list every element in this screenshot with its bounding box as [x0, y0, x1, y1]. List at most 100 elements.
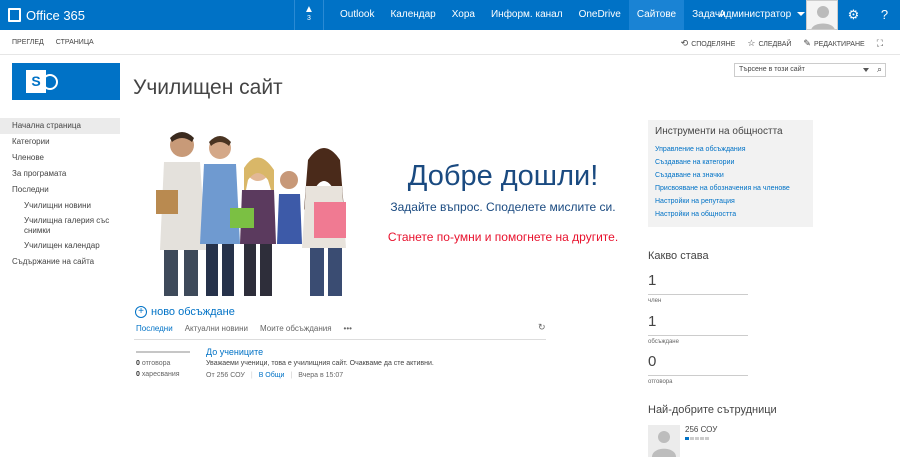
nav-home[interactable]: Начална страница — [0, 118, 120, 134]
nav-photo-gallery[interactable]: Училищна галерия със снимки — [0, 214, 120, 238]
nav-people[interactable]: Хора — [444, 0, 483, 30]
nav-newsfeed[interactable]: Информ. канал — [483, 0, 571, 30]
likes-count: 0 — [136, 371, 140, 378]
ribbon-actions: ⟲ СПОДЕЛЯНЕ ☆ СЛЕДВАЙ ✎ РЕДАКТИРАНЕ ⛶ — [681, 38, 886, 49]
replies-stat: 0 отговора — [136, 358, 180, 369]
site-logo[interactable]: S — [12, 63, 120, 100]
site-title[interactable]: Училищен сайт — [133, 76, 283, 100]
search-icon[interactable]: ⌕ — [877, 64, 882, 75]
user-avatar[interactable] — [806, 0, 838, 30]
community-tools: Инструменти на общността Управление на о… — [648, 120, 813, 227]
members-count: 1 — [648, 272, 657, 289]
tool-reputation-settings[interactable]: Настройки на репутация — [655, 195, 806, 208]
reputation-segment — [700, 437, 704, 440]
office365-brand[interactable]: Office 365 — [8, 7, 85, 23]
post-title[interactable]: До учениците — [206, 346, 434, 358]
post-time: Вчера в 15:07 — [298, 372, 344, 379]
replies-total-label: отговора — [648, 379, 673, 385]
stat-divider — [648, 294, 748, 295]
tool-create-badges[interactable]: Създаване на значки — [655, 169, 806, 182]
welcome-message: Добре дошли! Задайте въпрос. Споделете м… — [383, 158, 623, 246]
nav-categories[interactable]: Категории — [0, 134, 120, 150]
brand-label: Office 365 — [26, 7, 86, 23]
admin-menu[interactable]: Администратор — [711, 0, 813, 30]
search-box[interactable]: Търсене в този сайт ⌕ — [734, 63, 886, 77]
replies-label: отговора — [141, 360, 171, 367]
edit-button[interactable]: ✎ РЕДАКТИРАНЕ — [803, 38, 864, 49]
focus-button[interactable]: ⛶ — [877, 38, 886, 49]
reputation-segment — [705, 437, 709, 440]
discussions-count: 1 — [648, 313, 657, 330]
tool-create-categories[interactable]: Създаване на категории — [655, 156, 806, 169]
ribbon-tabs: ПРЕГЛЕД СТРАНИЦА — [12, 39, 94, 46]
top-contributors-title: Най-добрите сътрудници — [648, 404, 777, 416]
reputation-meter — [685, 437, 717, 440]
welcome-heading: Добре дошли! — [407, 160, 599, 192]
students-image — [134, 120, 378, 296]
post-stats: 0 отговора 0 харесвания — [136, 358, 180, 380]
replies-total-stat: 0 отговора — [648, 353, 748, 385]
search-scope-dropdown-icon[interactable] — [863, 68, 869, 72]
tab-whats-hot[interactable]: Актуални новини — [185, 324, 248, 333]
search-input[interactable]: Търсене в този сайт — [739, 66, 805, 73]
tool-assign-badges[interactable]: Присвояване на обозначения на членове — [655, 182, 806, 195]
follow-button[interactable]: ☆ СЛЕДВАЙ — [747, 38, 791, 49]
share-button[interactable]: ⟲ СПОДЕЛЯНЕ — [681, 38, 736, 49]
ribbon-bar: ПРЕГЛЕД СТРАНИЦА ⟲ СПОДЕЛЯНЕ ☆ СЛЕДВАЙ ✎ РЕ… — [0, 30, 900, 55]
plus-circle-icon: + — [135, 306, 147, 318]
nav-about[interactable]: За програмата — [0, 166, 120, 182]
contributor-avatar[interactable] — [648, 425, 680, 457]
tool-manage-discussions[interactable]: Управление на обсъждания — [655, 143, 806, 156]
contributor-name[interactable]: 256 СОУ — [685, 425, 717, 434]
reputation-segment — [685, 437, 689, 440]
reputation-segment — [690, 437, 694, 440]
office-logo-icon — [8, 8, 21, 22]
help-icon[interactable]: ? — [869, 0, 900, 30]
whats-happening-title: Какво става — [648, 250, 709, 262]
nav-site-contents[interactable]: Съдържание на сайта — [0, 254, 120, 270]
stat-divider — [648, 375, 748, 376]
community-tools-title: Инструменти на общността — [655, 126, 783, 137]
follow-label: СЛЕДВАЙ — [758, 41, 792, 48]
tab-page[interactable]: СТРАНИЦА — [56, 39, 94, 46]
discussion-post: До учениците Уважаеми ученици, това е уч… — [206, 346, 434, 382]
notification-button[interactable]: ▲ 3 — [294, 0, 324, 30]
nav-school-news[interactable]: Училищни новини — [0, 198, 120, 214]
nav-sites[interactable]: Сайтове — [628, 0, 685, 30]
post-activity-bar — [136, 351, 190, 353]
members-stat: 1 член — [648, 272, 748, 304]
gear-icon[interactable]: ⚙ — [838, 0, 869, 30]
new-discussion-button[interactable]: + ново обсъждане — [135, 306, 235, 318]
notification-count: 3 — [307, 15, 311, 22]
replies-total-count: 0 — [648, 353, 657, 370]
suite-nav: Outlook Календар Хора Информ. канал OneD… — [332, 0, 734, 30]
nav-onedrive[interactable]: OneDrive — [571, 0, 629, 30]
star-icon: ☆ — [747, 38, 756, 48]
post-author: От 256 СОУ — [206, 372, 245, 379]
nav-school-calendar[interactable]: Училищен календар — [0, 238, 120, 254]
nav-members[interactable]: Членове — [0, 150, 120, 166]
likes-stat: 0 харесвания — [136, 369, 180, 380]
focus-icon: ⛶ — [876, 38, 883, 48]
refresh-icon[interactable]: ↻ — [538, 322, 546, 333]
pencil-icon: ✎ — [803, 38, 811, 48]
nav-outlook[interactable]: Outlook — [332, 0, 382, 30]
person-icon — [807, 1, 837, 29]
quick-launch: Начална страница Категории Членове За пр… — [0, 118, 120, 270]
tab-recent[interactable]: Последни — [136, 324, 173, 333]
nav-recent[interactable]: Последни — [0, 182, 120, 198]
tool-community-settings[interactable]: Настройки на общността — [655, 208, 806, 221]
tab-browse[interactable]: ПРЕГЛЕД — [12, 39, 44, 46]
person-icon — [648, 425, 680, 457]
replies-count: 0 — [136, 360, 140, 367]
more-tabs-icon[interactable]: ••• — [344, 324, 352, 333]
welcome-smart: Станете по-умни и помогнете на другите. — [387, 230, 619, 244]
welcome-ask: Задайте въпрос. Споделете мислите си. — [390, 200, 616, 214]
post-category[interactable]: В Общи — [259, 370, 285, 382]
nav-calendar[interactable]: Календар — [382, 0, 443, 30]
tab-my-discussions[interactable]: Моите обсъждания — [260, 324, 332, 333]
members-label: член — [648, 298, 662, 304]
meta-separator: | — [290, 372, 293, 379]
post-text: Уважаеми ученици, това е училищния сайт.… — [206, 360, 434, 367]
discussion-tabs: Последни Актуални новини Моите обсъждани… — [136, 324, 352, 333]
